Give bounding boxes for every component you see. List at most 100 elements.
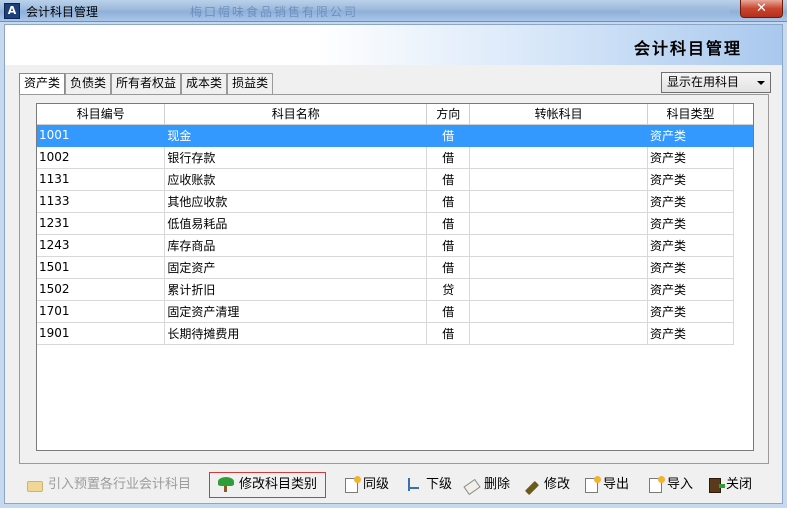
add-same-level-button[interactable]: 同级: [345, 472, 389, 498]
folder-icon: [27, 481, 43, 492]
cell-type: 资产类: [647, 212, 734, 235]
tab-liabilities[interactable]: 负债类: [65, 73, 112, 94]
cell-type: 资产类: [647, 322, 734, 345]
cell-code: 1502: [37, 278, 166, 301]
cell-direction: 贷: [426, 278, 471, 301]
dialog-client-area: 会计科目管理 资产类 负债类 所有者权益 成本类 损益类 显示在用科目 科目编号…: [4, 24, 783, 504]
table-row[interactable]: 1243 库存商品 借 资产类: [37, 234, 753, 257]
cell-name: 长期待摊费用: [164, 322, 428, 345]
import-preset-label: 引入预置各行业会计科目: [48, 477, 192, 492]
tab-assets[interactable]: 资产类: [19, 73, 66, 95]
cell-name: 应收账款: [164, 168, 428, 191]
cell-name: 其他应收款: [164, 190, 428, 213]
tab-panel: 科目编号 科目名称 方向 转帐科目 科目类型 1001 现金 借 资产类 100…: [19, 94, 769, 464]
tab-profit-loss[interactable]: 损益类: [227, 73, 274, 94]
cell-transfer: [469, 124, 649, 147]
cell-transfer: [469, 234, 649, 257]
cell-transfer: [469, 322, 649, 345]
cell-code: 1901: [37, 322, 166, 345]
table-row[interactable]: 1231 低值易耗品 借 资产类: [37, 212, 753, 235]
column-header-code[interactable]: 科目编号: [37, 104, 166, 125]
table-row[interactable]: 1002 银行存款 借 资产类: [37, 146, 753, 169]
accounts-table: 科目编号 科目名称 方向 转帐科目 科目类型 1001 现金 借 资产类 100…: [37, 104, 753, 345]
export-button[interactable]: 导出: [585, 472, 629, 498]
eraser-icon: [463, 478, 481, 495]
column-header-type[interactable]: 科目类型: [647, 104, 734, 125]
background-window-title: 梅口帽味食品销售有限公司: [190, 5, 359, 19]
cell-filler: [733, 190, 752, 212]
table-row[interactable]: 1502 累计折旧 贷 资产类: [37, 278, 753, 301]
table-row[interactable]: 1701 固定资产清理 借 资产类: [37, 300, 753, 323]
cell-name: 累计折旧: [164, 278, 428, 301]
import-icon: [649, 475, 665, 493]
close-button[interactable]: 关闭: [709, 472, 752, 498]
app-icon: A: [4, 3, 20, 19]
cell-transfer: [469, 168, 649, 191]
cell-name: 固定资产: [164, 256, 428, 279]
cell-type: 资产类: [647, 234, 734, 257]
same-level-label: 同级: [363, 477, 390, 492]
cell-name: 库存商品: [164, 234, 428, 257]
cell-transfer: [469, 300, 649, 323]
cell-name: 银行存款: [164, 146, 428, 169]
table-header-row: 科目编号 科目名称 方向 转帐科目 科目类型: [37, 104, 753, 125]
edit-button[interactable]: 修改: [524, 472, 571, 498]
cell-code: 1243: [37, 234, 166, 257]
import-button[interactable]: 导入: [649, 472, 693, 498]
table-row[interactable]: 1133 其他应收款 借 资产类: [37, 190, 753, 213]
header-band: 会计科目管理: [5, 25, 782, 65]
close-window-button[interactable]: ✕: [740, 0, 783, 18]
column-header-filler: [733, 104, 753, 125]
cell-type: 资产类: [647, 124, 734, 147]
cell-transfer: [469, 212, 649, 235]
cell-type: 资产类: [647, 190, 734, 213]
view-filter-value: 显示在用科目: [667, 75, 740, 89]
close-label: 关闭: [726, 477, 753, 492]
table-row[interactable]: 1901 长期待摊费用 借 资产类: [37, 322, 753, 345]
cell-type: 资产类: [647, 146, 734, 169]
delete-button[interactable]: 删除: [463, 472, 511, 498]
cell-transfer: [469, 146, 649, 169]
cell-direction: 借: [426, 168, 471, 191]
export-icon: [585, 475, 601, 493]
accounts-grid[interactable]: 科目编号 科目名称 方向 转帐科目 科目类型 1001 现金 借 资产类 100…: [36, 103, 754, 451]
window-title: 会计科目管理: [26, 5, 99, 19]
column-header-transfer[interactable]: 转帐科目: [469, 104, 649, 125]
cell-name: 固定资产清理: [164, 300, 428, 323]
cell-direction: 借: [426, 190, 471, 213]
cell-transfer: [469, 256, 649, 279]
table-row[interactable]: 1131 应收账款 借 资产类: [37, 168, 753, 191]
cell-filler: [733, 322, 752, 344]
cell-type: 资产类: [647, 278, 734, 301]
exit-door-icon: [709, 477, 725, 493]
view-filter-dropdown[interactable]: 显示在用科目: [661, 72, 771, 93]
delete-label: 删除: [484, 477, 511, 492]
import-label: 导入: [667, 477, 694, 492]
cell-direction: 借: [426, 124, 471, 147]
cell-code: 1231: [37, 212, 166, 235]
tab-equity[interactable]: 所有者权益: [111, 73, 182, 94]
background-window-text: [640, 6, 730, 16]
edit-label: 修改: [544, 477, 571, 492]
column-header-direction[interactable]: 方向: [426, 104, 471, 125]
table-row[interactable]: 1501 固定资产 借 资产类: [37, 256, 753, 279]
cell-transfer: [469, 278, 649, 301]
import-preset-accounts-button[interactable]: 引入预置各行业会计科目: [27, 472, 191, 498]
add-sub-level-button[interactable]: 下级: [405, 472, 452, 498]
chevron-down-icon: [757, 81, 765, 85]
cell-code: 1001: [37, 124, 166, 147]
tab-cost[interactable]: 成本类: [181, 73, 228, 94]
table-row[interactable]: 1001 现金 借 资产类: [37, 124, 753, 147]
cell-code: 1002: [37, 146, 166, 169]
sub-level-label: 下级: [426, 477, 453, 492]
title-bar: A 会计科目管理 梅口帽味食品销售有限公司 ✕: [0, 0, 787, 22]
cell-type: 资产类: [647, 168, 734, 191]
cell-code: 1501: [37, 256, 166, 279]
cell-type: 资产类: [647, 256, 734, 279]
column-header-name[interactable]: 科目名称: [164, 104, 428, 125]
export-label: 导出: [603, 477, 630, 492]
cell-transfer: [469, 190, 649, 213]
modify-account-type-button[interactable]: 修改科目类别: [209, 472, 327, 498]
cell-code: 1701: [37, 300, 166, 323]
category-tabs: 资产类 负债类 所有者权益 成本类 损益类: [19, 73, 274, 95]
